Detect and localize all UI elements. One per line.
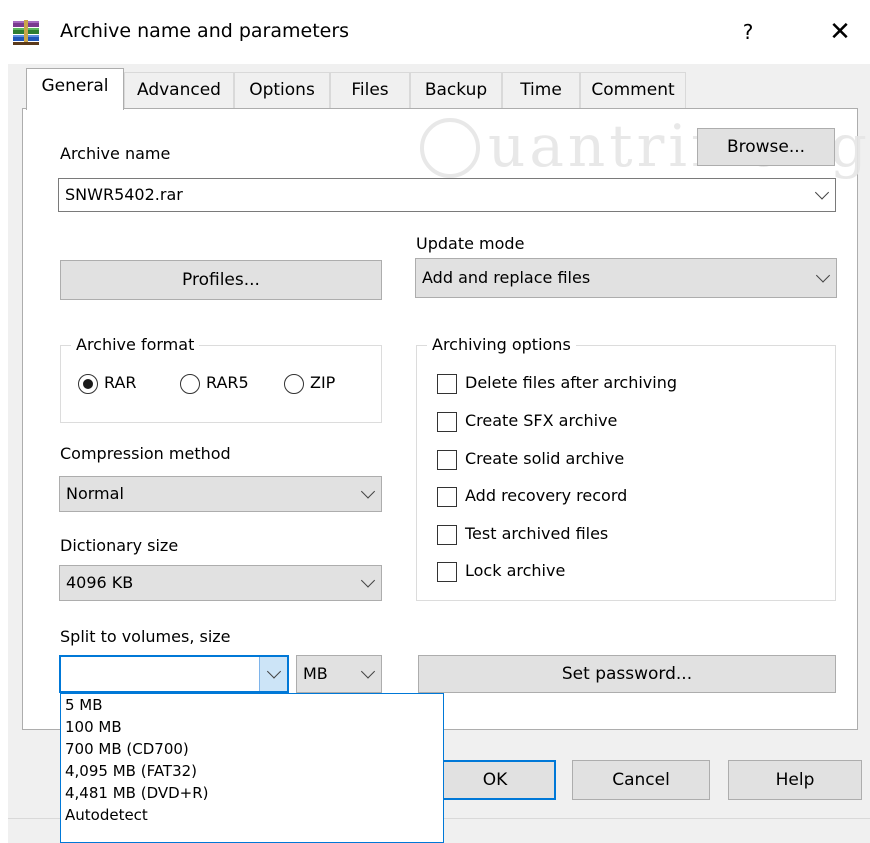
checkbox-recovery-record[interactable] — [437, 487, 457, 507]
list-item[interactable]: 100 MB — [61, 716, 443, 738]
archiving-options-title: Archiving options — [427, 335, 576, 354]
ok-button[interactable]: OK — [434, 760, 556, 800]
list-item[interactable]: Autodetect — [61, 804, 443, 826]
checkbox-test-archived-label: Test archived files — [465, 524, 609, 543]
close-icon[interactable]: ✕ — [818, 12, 862, 52]
chevron-down-icon — [360, 664, 376, 679]
split-volumes-label: Split to volumes, size — [60, 627, 231, 646]
checkbox-delete-files-label: Delete files after archiving — [465, 373, 678, 392]
set-password-button[interactable]: Set password... — [418, 655, 836, 693]
tab-time[interactable]: Time — [502, 72, 580, 108]
checkbox-create-solid-label: Create solid archive — [465, 449, 625, 468]
winrar-books-icon — [13, 20, 39, 45]
archive-name-value: SNWR5402.rar — [65, 185, 183, 204]
archive-name-input[interactable]: SNWR5402.rar — [58, 178, 836, 212]
tab-backup[interactable]: Backup — [410, 72, 502, 108]
radio-rar5[interactable] — [180, 374, 200, 394]
tab-advanced[interactable]: Advanced — [124, 72, 234, 108]
compression-method-label: Compression method — [60, 444, 231, 463]
title-bar: Archive name and parameters ? ✕ — [0, 0, 870, 64]
tab-files[interactable]: Files — [330, 72, 410, 108]
radio-zip-label: ZIP — [310, 373, 336, 392]
watermark-bulb-icon — [420, 118, 480, 178]
update-mode-label: Update mode — [416, 234, 525, 253]
browse-button[interactable]: Browse... — [697, 128, 835, 166]
split-volumes-input[interactable] — [59, 655, 289, 693]
list-item[interactable]: 5 MB — [61, 694, 443, 716]
split-unit-value: MB — [303, 664, 328, 683]
checkbox-recovery-record-label: Add recovery record — [465, 486, 628, 505]
compression-method-select[interactable]: Normal — [59, 476, 382, 512]
split-unit-select[interactable]: MB — [296, 655, 382, 693]
radio-rar5-label: RAR5 — [206, 373, 249, 392]
dictionary-size-label: Dictionary size — [60, 536, 179, 555]
archive-format-title: Archive format — [71, 335, 200, 354]
checkbox-lock-archive[interactable] — [437, 562, 457, 582]
dictionary-size-select[interactable]: 4096 KB — [59, 565, 382, 601]
tab-general[interactable]: General — [26, 68, 124, 110]
radio-zip[interactable] — [284, 374, 304, 394]
profiles-button[interactable]: Profiles... — [60, 260, 382, 300]
cancel-button[interactable]: Cancel — [572, 760, 710, 800]
checkbox-create-sfx[interactable] — [437, 412, 457, 432]
dictionary-size-value: 4096 KB — [66, 573, 134, 592]
list-item[interactable]: 700 MB (CD700) — [61, 738, 443, 760]
chevron-down-icon[interactable] — [814, 185, 830, 200]
archive-name-label: Archive name — [60, 144, 171, 163]
checkbox-create-sfx-label: Create SFX archive — [465, 411, 618, 430]
update-mode-value: Add and replace files — [422, 268, 591, 287]
tab-comment[interactable]: Comment — [580, 72, 686, 108]
compression-method-value: Normal — [66, 484, 124, 503]
split-volumes-dropdown-list: 5 MB 100 MB 700 MB (CD700) 4,095 MB (FAT… — [60, 693, 444, 843]
help-title-button[interactable]: ? — [728, 14, 768, 50]
chevron-down-icon — [360, 484, 376, 499]
checkbox-test-archived[interactable] — [437, 525, 457, 545]
list-item[interactable]: 4,095 MB (FAT32) — [61, 760, 443, 782]
update-mode-select[interactable]: Add and replace files — [415, 258, 837, 298]
chevron-down-icon — [360, 573, 376, 588]
chevron-down-icon — [266, 664, 282, 679]
help-button[interactable]: Help — [728, 760, 862, 800]
split-dropdown-toggle[interactable] — [259, 657, 287, 691]
checkbox-lock-archive-label: Lock archive — [465, 561, 566, 580]
list-item[interactable]: 4,481 MB (DVD+R) — [61, 782, 443, 804]
tab-options[interactable]: Options — [234, 72, 330, 108]
checkbox-create-solid[interactable] — [437, 450, 457, 470]
radio-rar-label: RAR — [104, 373, 137, 392]
chevron-down-icon — [815, 268, 831, 283]
radio-rar[interactable] — [78, 374, 98, 394]
checkbox-delete-files[interactable] — [437, 374, 457, 394]
window-title: Archive name and parameters — [60, 20, 350, 42]
